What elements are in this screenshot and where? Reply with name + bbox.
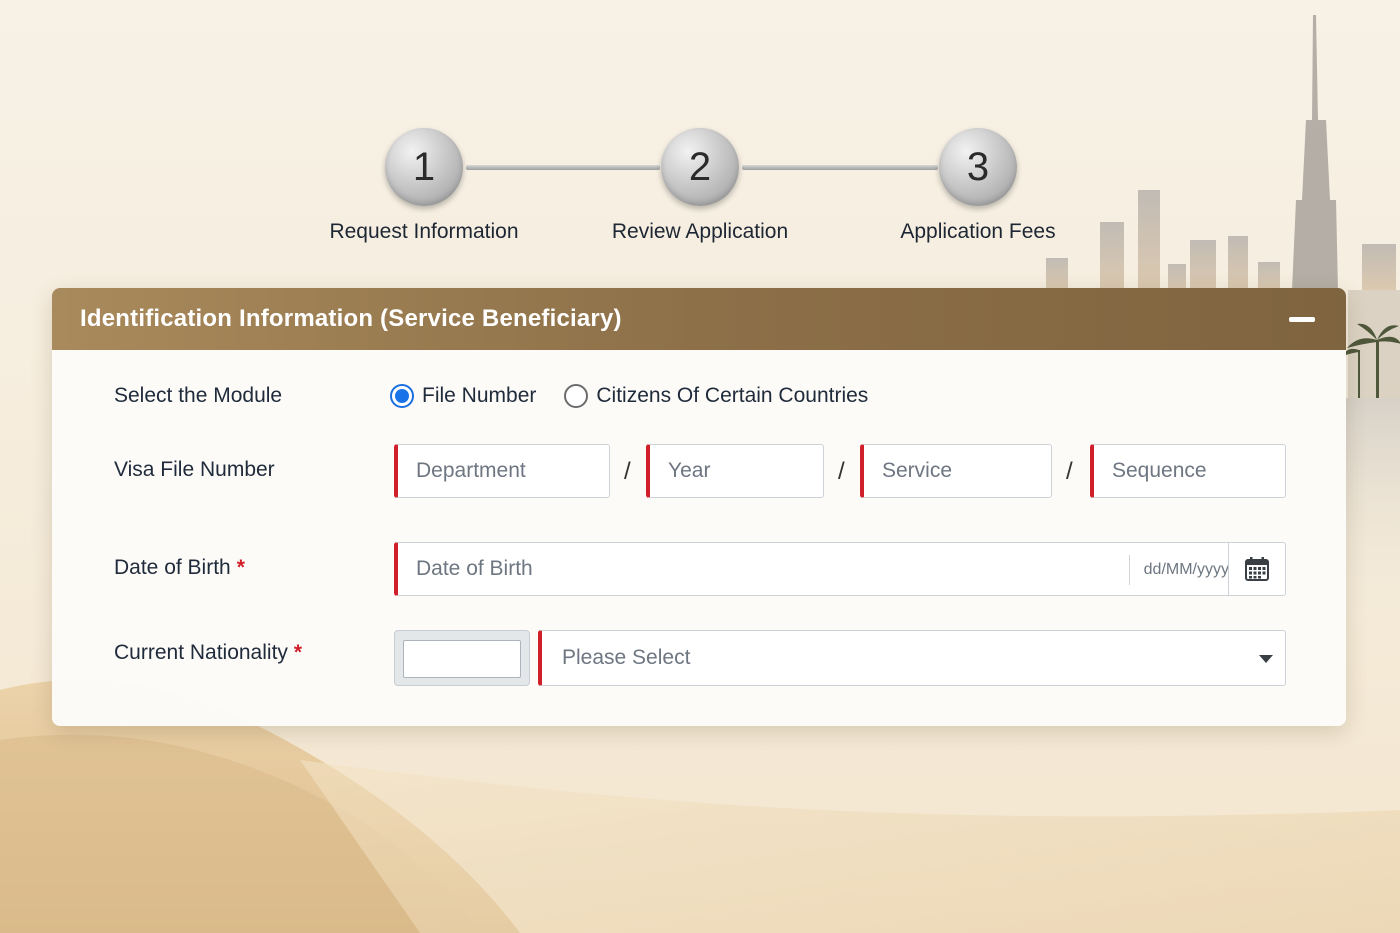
nationality-label: Current Nationality * — [114, 641, 302, 665]
identification-card: Identification Information (Service Bene… — [52, 288, 1346, 726]
radio-checked-icon[interactable] — [390, 384, 414, 408]
collapse-button[interactable] — [1288, 305, 1316, 333]
sequence-input[interactable]: Sequence — [1090, 444, 1286, 498]
section-title: Identification Information (Service Bene… — [80, 305, 622, 332]
step-3: 3 Application Fees — [868, 128, 1088, 244]
date-of-birth-input[interactable]: Date of Birth dd/MM/yyyy — [394, 542, 1286, 596]
radio-unchecked-icon[interactable] — [564, 384, 589, 408]
module-row: Select the Module File Number Citizens O… — [52, 384, 1346, 414]
sand-dune-right — [300, 760, 1400, 933]
module-radio-group: File Number Citizens Of Certain Countrie… — [390, 384, 896, 408]
date-format-hint: dd/MM/yyyy — [1128, 555, 1229, 585]
year-input[interactable]: Year — [646, 444, 824, 498]
step-label: Application Fees — [900, 220, 1056, 243]
visa-file-number-row: Visa File Number Department / Year / Ser… — [52, 444, 1346, 500]
date-of-birth-placeholder: Date of Birth — [416, 557, 533, 580]
step-2: 2 Review Application — [590, 128, 810, 244]
radio-citizens-of-certain-countries[interactable]: Citizens Of Certain Countries — [564, 384, 868, 408]
calendar-icon — [1245, 557, 1269, 581]
module-label: Select the Module — [114, 384, 283, 407]
step-number: 1 — [385, 128, 463, 206]
select-value: Please Select — [562, 646, 691, 669]
radio-file-number[interactable]: File Number — [390, 384, 536, 408]
water-reflection — [1346, 398, 1400, 618]
step-label: Request Information — [329, 220, 519, 243]
radio-label: File Number — [422, 384, 537, 407]
minus-icon — [1289, 316, 1315, 322]
progress-stepper: 1 Request Information 2 Review Applicati… — [300, 128, 1100, 258]
visa-file-number-label: Visa File Number — [114, 458, 275, 481]
step-label: Review Application — [611, 220, 789, 243]
step-1: 1 Request Information — [314, 128, 534, 244]
department-input[interactable]: Department — [394, 444, 610, 498]
separator: / — [838, 458, 845, 485]
step-number: 3 — [939, 128, 1017, 206]
label-text: Current Nationality — [114, 641, 288, 664]
separator: / — [624, 458, 631, 485]
label-text: Date of Birth — [114, 556, 231, 579]
nationality-row: Current Nationality * Please Select — [52, 630, 1346, 686]
separator: / — [1066, 458, 1073, 485]
required-marker: * — [236, 556, 245, 579]
date-of-birth-row: Date of Birth * Date of Birth dd/MM/yyyy — [52, 542, 1346, 598]
nationality-flag-box — [394, 630, 530, 686]
service-input[interactable]: Service — [860, 444, 1052, 498]
section-header[interactable]: Identification Information (Service Bene… — [52, 288, 1346, 350]
required-marker: * — [293, 641, 303, 664]
nationality-select[interactable]: Please Select — [538, 630, 1286, 686]
radio-label: Citizens Of Certain Countries — [596, 384, 869, 407]
flag-placeholder — [403, 640, 521, 678]
date-of-birth-label: Date of Birth * — [114, 556, 245, 580]
calendar-button[interactable] — [1228, 542, 1285, 596]
step-number: 2 — [661, 128, 739, 206]
caret-down-icon — [1259, 655, 1273, 663]
